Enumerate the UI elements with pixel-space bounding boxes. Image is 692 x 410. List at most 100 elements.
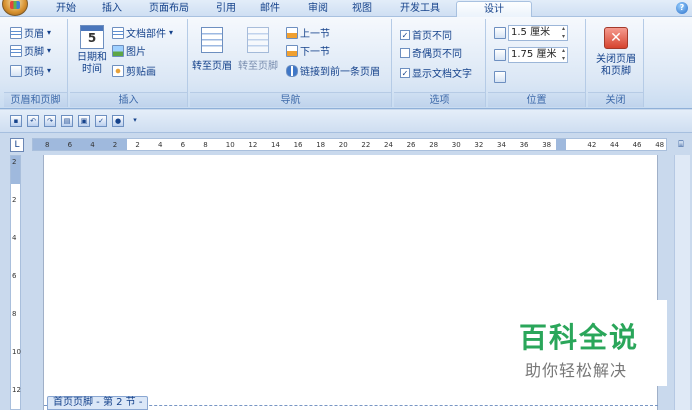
new-doc-icon[interactable]: ▤	[61, 115, 73, 127]
ruler-tick-label: 28	[429, 141, 439, 149]
vruler-tick-label: 8	[12, 310, 17, 318]
ruler-tick-label: 24	[384, 141, 393, 149]
watermark-subtitle: 助你轻松解决	[525, 361, 628, 380]
ruler-tick-label: 36	[519, 141, 529, 149]
picture-button[interactable]: 图片	[112, 43, 146, 58]
group-label-close: 关闭	[588, 92, 643, 107]
group-label-position: 位置	[488, 92, 585, 107]
help-icon[interactable]: ?	[676, 2, 688, 14]
vruler-tick-label: 2	[12, 196, 17, 204]
link-previous-label: 链接到前一条页眉	[300, 67, 380, 78]
page-number-label: 页码	[24, 67, 44, 78]
header-distance-field[interactable]: 1.5 厘米	[508, 25, 568, 41]
goto-header-icon	[201, 27, 223, 53]
next-section-button[interactable]: 下一节	[286, 43, 330, 58]
vertical-scrollbar[interactable]	[674, 155, 690, 410]
customize-qat-icon[interactable]: ▾	[129, 115, 141, 127]
tab-mailings[interactable]: 邮件	[252, 1, 288, 17]
different-odd-even-checkbox[interactable]: 奇偶页不同	[400, 45, 462, 60]
ruler-tick-label: 14	[271, 141, 280, 149]
header-button[interactable]: 页眉	[10, 25, 51, 40]
group-label-options: 选项	[394, 92, 485, 107]
ribbon: 页眉 页脚 页码 页眉和页脚 5 日期和时间 文档部件 图片 剪贴画 插入	[0, 17, 692, 109]
footer-button-label: 页脚	[24, 47, 44, 58]
footer-distance-spinner[interactable]: 1.75 厘米	[494, 47, 568, 63]
date-time-button[interactable]: 5 日期和时间	[74, 25, 110, 76]
ruler-tick-label: 4	[90, 141, 95, 149]
picture-icon	[112, 44, 124, 57]
tab-home[interactable]: 开始	[48, 1, 84, 17]
next-section-icon	[286, 44, 298, 57]
calendar-icon: 5	[80, 25, 104, 49]
goto-header-button[interactable]: 转至页眉	[192, 27, 232, 72]
vruler-tick-label: 10	[12, 348, 21, 356]
horizontal-ruler[interactable]: 8 6 4 2 2 4 6 8 10 12 14 16 18 20 22 24 26 28 30 32 34 36 38 42…	[32, 138, 667, 151]
ruler-tick-label: 16	[293, 141, 303, 149]
footer-icon	[10, 44, 22, 57]
footer-distance-field[interactable]: 1.75 厘米	[508, 47, 568, 63]
header-button-label: 页眉	[24, 29, 44, 40]
ruler-tick-label: 20	[338, 141, 348, 149]
header-distance-spinner[interactable]: 1.5 厘米	[494, 25, 568, 41]
header-position-icon	[494, 27, 506, 39]
footer-button[interactable]: 页脚	[10, 43, 51, 58]
vertical-ruler[interactable]: 2 2 4 6 8 10 12	[10, 155, 21, 410]
group-label-header-footer: 页眉和页脚	[4, 92, 67, 107]
clipart-button[interactable]: 剪贴画	[112, 63, 156, 78]
tab-review[interactable]: 审阅	[300, 1, 336, 17]
goto-footer-label: 转至页脚	[238, 61, 278, 72]
alignment-tab-icon	[494, 71, 506, 83]
header-icon	[10, 26, 22, 39]
redo-icon[interactable]: ↷	[44, 115, 56, 127]
globe-icon[interactable]: ●	[112, 115, 124, 127]
ruler-tick-label: 42	[587, 141, 597, 149]
save-icon[interactable]: ▪	[10, 115, 22, 127]
ribbon-tab-bar: 开始 插入 页面布局 引用 邮件 审阅 视图 开发工具 设计 ?	[0, 0, 692, 18]
ruler-tick-label: 10	[225, 141, 235, 149]
close-icon: ✕	[604, 27, 628, 49]
group-position: 1.5 厘米 1.75 厘米 位置	[488, 19, 586, 107]
show-doc-text-checkbox[interactable]: ✓ 显示文档文字	[400, 65, 472, 80]
footer-section-tag: 首页页脚 - 第 2 节 -	[47, 396, 149, 410]
tab-references[interactable]: 引用	[208, 1, 244, 17]
doc-parts-button[interactable]: 文档部件	[112, 25, 173, 40]
undo-icon[interactable]: ↶	[27, 115, 39, 127]
tab-design[interactable]: 设计	[456, 1, 532, 18]
page-number-button[interactable]: 页码	[10, 63, 51, 78]
doc-parts-icon	[112, 26, 124, 39]
tab-page-layout[interactable]: 页面布局	[140, 1, 198, 17]
close-header-footer-label: 关闭页眉和页脚	[596, 54, 636, 77]
group-label-insert: 插入	[70, 92, 187, 107]
show-doc-text-check: ✓	[400, 67, 410, 78]
tab-view[interactable]: 视图	[344, 1, 380, 17]
ruler-tick-label: 30	[451, 141, 461, 149]
ruler-tick-label: 48	[655, 141, 665, 149]
different-first-page-checkbox[interactable]: ✓ 首页不同	[400, 27, 452, 42]
ruler-tick-label: 44	[610, 141, 619, 149]
goto-header-label: 转至页眉	[192, 61, 232, 72]
clipart-label: 剪贴画	[126, 67, 156, 78]
print-preview-icon[interactable]: ▣	[78, 115, 90, 127]
different-odd-even-label: 奇偶页不同	[412, 49, 462, 60]
group-close: ✕ 关闭页眉和页脚 关闭	[588, 19, 644, 107]
ruler-tick-label: 26	[406, 141, 416, 149]
group-navigation: 转至页眉 转至页脚 上一节 下一节 链接到前一条页眉 导航	[190, 19, 392, 107]
spell-check-icon[interactable]: ✓	[95, 115, 107, 127]
goto-footer-button[interactable]: 转至页脚	[238, 27, 278, 72]
office-button[interactable]	[2, 0, 28, 16]
ruler-tick-label: 46	[632, 141, 642, 149]
view-ruler-icon[interactable]: ⌸	[674, 138, 688, 152]
previous-section-button[interactable]: 上一节	[286, 25, 330, 40]
tab-selector[interactable]: L	[10, 138, 24, 152]
close-header-footer-button[interactable]: ✕ 关闭页眉和页脚	[590, 27, 642, 78]
link-previous-button[interactable]: 链接到前一条页眉	[286, 63, 380, 78]
ruler-tick-label: 34	[497, 141, 506, 149]
ruler-tick-label: 22	[361, 141, 371, 149]
vruler-tick-label: 2	[12, 158, 17, 166]
vruler-tick-label: 6	[12, 272, 17, 280]
tab-insert[interactable]: 插入	[94, 1, 130, 17]
group-label-navigation: 导航	[190, 92, 391, 107]
ruler-row: L 8 6 4 2 2 4 6 8 10 12 14 16 18 20 22 24 26 28 30 32 34 36 38…	[0, 137, 692, 153]
insert-alignment-tab-button[interactable]	[494, 71, 506, 83]
tab-developer[interactable]: 开发工具	[392, 1, 448, 17]
